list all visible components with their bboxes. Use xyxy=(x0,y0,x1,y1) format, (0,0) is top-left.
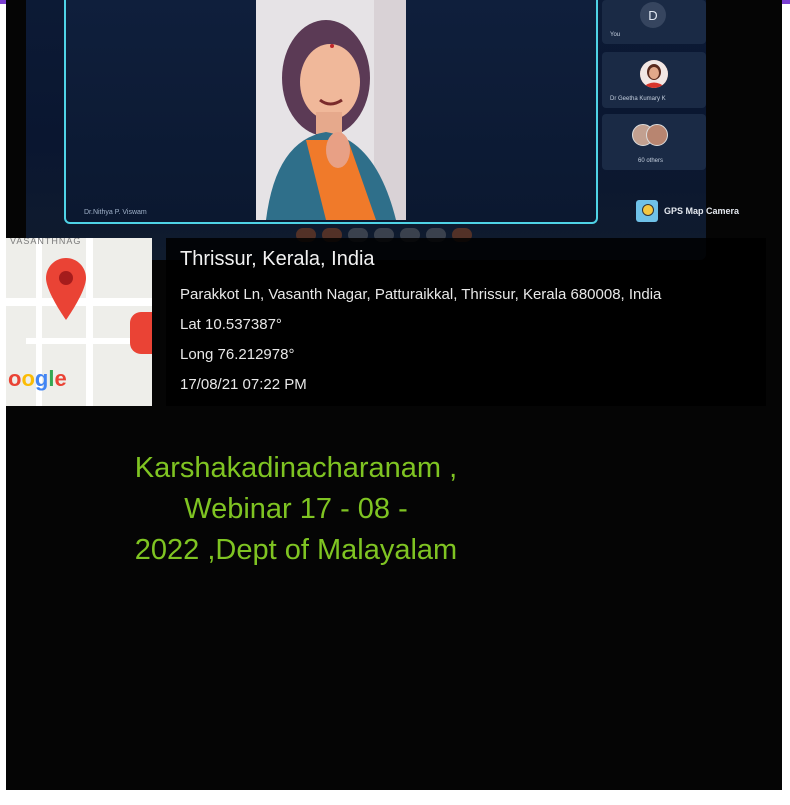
participant-tile-geetha[interactable]: Dr Geetha Kumary K xyxy=(602,52,706,108)
place-marker-icon xyxy=(130,312,152,354)
address-text: Parakkot Ln, Vasanth Nagar, Patturaikkal… xyxy=(180,286,662,303)
location-pin-icon xyxy=(46,258,86,320)
participant-label: Dr Geetha Kumary K xyxy=(610,96,666,102)
gps-info-panel: Thrissur, Kerala, India Parakkot Ln, Vas… xyxy=(166,238,766,406)
participant-label: 60 others xyxy=(638,158,664,164)
gps-camera-label: GPS Map Camera xyxy=(664,206,740,216)
gps-camera-logo-icon xyxy=(636,200,658,222)
longitude-text: Long 76.212978° xyxy=(180,346,295,363)
location-title: Thrissur, Kerala, India xyxy=(180,248,375,270)
active-speaker-tile: Dr.Nithya P. Viswam xyxy=(64,0,598,224)
event-caption: Karshakadinacharanam , Webinar 17 - 08 -… xyxy=(86,448,506,571)
latitude-text: Lat 10.537387° xyxy=(180,316,282,333)
participant-tile-others[interactable]: 60 others xyxy=(602,114,706,170)
participant-photo xyxy=(640,60,668,88)
google-logo: oogle xyxy=(8,366,67,391)
caption-line: 2022 ,Dept of Malayalam xyxy=(134,534,458,566)
map-street-label: VASANTHNAG xyxy=(10,238,82,246)
caption-line: Karshakadinacharanam , xyxy=(134,452,458,484)
others-avatar-stack xyxy=(632,124,672,146)
speaker-portrait-image xyxy=(256,0,406,220)
caption-line: Webinar 17 - 08 - xyxy=(184,493,408,525)
participant-initial-avatar: D xyxy=(640,2,666,28)
map-thumbnail: VASANTHNAG oogle xyxy=(6,238,152,406)
photo: Dr.Nithya P. Viswam D You Dr Geetha Kuma… xyxy=(6,0,782,790)
participant-tile-you[interactable]: D You xyxy=(602,0,706,44)
participant-avatar xyxy=(640,60,668,88)
gps-map-camera-badge: GPS Map Camera xyxy=(636,200,739,222)
datetime-text: 17/08/21 07:22 PM xyxy=(180,376,307,393)
speaker-video xyxy=(256,0,406,220)
speaker-name-label: Dr.Nithya P. Viswam xyxy=(84,209,147,216)
participant-label: You xyxy=(610,32,621,38)
monitor-screen: Dr.Nithya P. Viswam D You Dr Geetha Kuma… xyxy=(26,0,706,260)
